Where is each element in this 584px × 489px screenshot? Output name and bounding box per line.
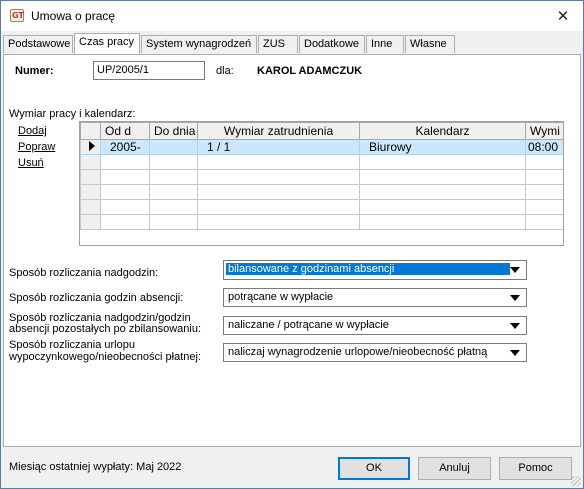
chevron-down-icon [510,295,520,301]
column-header-do[interactable]: Do dnia [149,122,198,140]
edit-link[interactable]: Popraw [18,141,55,153]
grid-header-row: Od d Do dnia Wymiar zatrudnienia Kalenda… [80,122,563,140]
delete-link[interactable]: Usuń [18,157,44,169]
urlop-value: naliczaj wynagrodzenie urlopowe/nieobecn… [228,346,488,358]
chevron-down-icon [510,267,520,273]
row-indicator [80,139,101,155]
dla-label: dla: [216,65,234,77]
employee-name: KAROL ADAMCZUK [257,65,363,77]
absencje-select[interactable]: potrącane w wypłacie [223,288,527,307]
absencje-value: potrącane w wypłacie [228,291,334,303]
tab-podstawowe[interactable]: Podstawowe [3,35,73,53]
urlop-select[interactable]: naliczaj wynagrodzenie urlopowe/nieobecn… [223,343,527,362]
pozostale-label-line2: absencji pozostałych po zbilansowaniu: [9,323,202,335]
nadgodziny-label: Sposób rozliczania nadgodzin: [9,267,159,279]
cell-do[interactable] [149,139,198,155]
table-row-empty[interactable] [80,199,563,215]
urlop-label-line2: wypoczynkowego/nieobecności płatnej: [9,351,202,363]
tab-strip: Podstawowe Czas pracy System wynagrodzeń… [3,33,581,54]
chevron-down-icon [510,350,520,356]
nadgodziny-value: bilansowane z godzinami absencji [226,263,510,275]
tab-inne[interactable]: Inne [366,35,404,53]
column-header-wymiar[interactable]: Wymiar zatrudnienia [197,122,360,140]
urlop-label-line1: Sposób rozliczania urlopu [9,339,135,351]
last-payroll-status: Miesiąc ostatniej wypłaty: Maj 2022 [9,461,182,473]
pozostale-value: naliczane / potrącane w wypłacie [228,319,389,331]
column-header-od[interactable]: Od d [100,122,150,140]
chevron-down-icon [510,323,520,329]
schedule-section-label: Wymiar pracy i kalendarz: [9,108,136,120]
table-row-empty[interactable] [80,214,563,230]
close-icon[interactable]: ✕ [553,6,573,26]
tab-system-wynagrodzen[interactable]: System wynagrodzeń [141,35,257,53]
grid-corner-header [80,122,101,140]
tab-czas-pracy[interactable]: Czas pracy [74,33,140,54]
ok-button[interactable]: OK [338,457,410,480]
current-row-arrow-icon [89,141,95,151]
schedule-grid[interactable]: Od d Do dnia Wymiar zatrudnienia Kalenda… [79,121,564,246]
app-logo-icon: GT [10,9,24,22]
cell-wymiar[interactable]: 1 / 1 [197,139,360,155]
numer-label: Numer: [15,65,54,77]
table-row-empty[interactable] [80,154,563,170]
numer-field[interactable]: UP/2005/1 [93,61,205,80]
absencje-label: Sposób rozliczania godzin absencji: [9,292,184,304]
nadgodziny-select[interactable]: bilansowane z godzinami absencji [223,260,527,280]
tab-wlasne[interactable]: Własne [405,35,455,53]
cell-od[interactable]: 2005- [100,139,150,155]
table-row[interactable]: 2005- 1 / 1 Biurowy 08:00 [80,139,563,155]
pozostale-select[interactable]: naliczane / potrącane w wypłacie [223,316,527,335]
title-bar: GT Umowa o pracę ✕ [1,1,583,31]
tab-dodatkowe[interactable]: Dodatkowe [299,35,365,53]
column-header-kalendarz[interactable]: Kalendarz [359,122,526,140]
cell-wymi[interactable]: 08:00 [525,139,563,155]
add-link[interactable]: Dodaj [18,125,47,137]
contract-dialog: GT Umowa o pracę ✕ Podstawowe Czas pracy… [0,0,584,489]
table-row-empty[interactable] [80,184,563,200]
resize-grip-icon[interactable] [571,476,581,486]
table-row-empty[interactable] [80,169,563,185]
column-header-wymi[interactable]: Wymi [525,122,563,140]
cancel-button[interactable]: Anuluj [418,457,491,480]
cell-kalendarz[interactable]: Biurowy [359,139,526,155]
tab-zus[interactable]: ZUS [258,35,298,53]
window-title: Umowa o pracę [31,9,116,23]
help-button[interactable]: Pomoc [499,457,572,480]
